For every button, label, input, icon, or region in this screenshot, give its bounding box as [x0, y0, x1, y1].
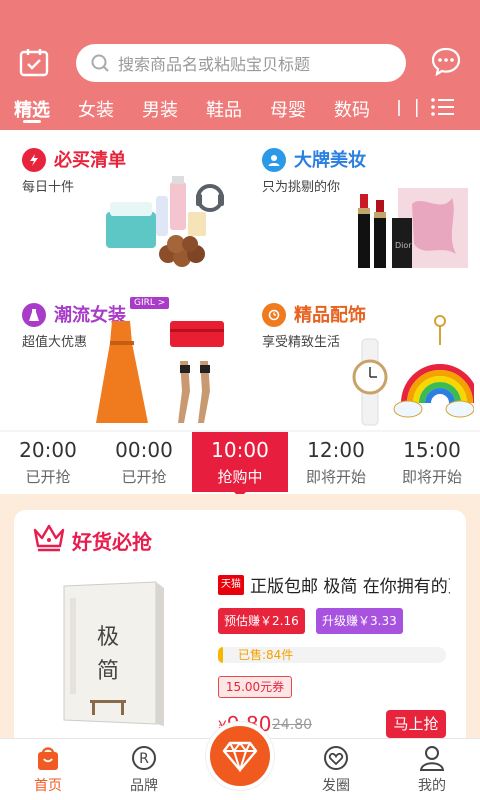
slot-time: 10:00 [211, 438, 269, 462]
estimate-earn-chip: 预估赚￥2.16 [218, 608, 305, 634]
menu-icon[interactable] [430, 96, 456, 118]
lipstick-image: Dior [358, 188, 468, 268]
user-icon [419, 746, 445, 771]
registered-icon: R [132, 746, 156, 770]
nav-label: 我的 [418, 778, 446, 794]
category-subtitle: 享受精致生活 [262, 335, 341, 350]
tab-nvzhuang[interactable]: 女装 [78, 96, 114, 122]
watch-icon [262, 303, 286, 327]
tab-overflow-icon [398, 99, 418, 117]
slot-status: 已开抢 [25, 468, 71, 486]
message-icon[interactable] [430, 45, 462, 77]
category-subtitle: 只为挑剔的你 [262, 180, 341, 195]
sold-count: 已售:84件 [238, 648, 294, 662]
slot-time: 12:00 [307, 438, 365, 462]
fashion-image [96, 321, 224, 423]
slot-time: 15:00 [403, 438, 461, 462]
svg-text:Dior: Dior [395, 241, 412, 250]
center-diamond-button[interactable] [206, 722, 274, 790]
time-slot[interactable]: 15:00 即将开始 [384, 432, 480, 492]
slot-status: 即将开始 [305, 468, 366, 486]
search-placeholder: 搜索商品名或粘贴宝贝标题 [118, 55, 311, 74]
slot-status: 已开抢 [121, 468, 167, 486]
slot-status: 即将开始 [401, 468, 462, 486]
user-circle-icon [262, 148, 286, 172]
coupon-badge[interactable]: 15.00元券 [218, 676, 292, 698]
crown-icon [33, 524, 65, 552]
tab-shuma[interactable]: 数码 [334, 96, 370, 122]
diamond-icon [222, 741, 258, 772]
book-title-1: 极 [97, 625, 119, 650]
slot-status: 抢购中 [217, 468, 263, 486]
category-accessories[interactable]: 精品配饰 享受精致生活 [240, 285, 480, 430]
category-brand-makeup[interactable]: 大牌美妆 只为挑剔的你 Dior [240, 130, 480, 275]
svg-text:R: R [139, 751, 149, 767]
time-slot[interactable]: 00:00 已开抢 [96, 432, 192, 492]
accessories-image [352, 315, 474, 426]
category-must-buy[interactable]: 必买清单 每日十件 [0, 130, 240, 275]
tab-xiepin[interactable]: 鞋品 [206, 96, 242, 122]
time-slot[interactable]: 12:00 即将开始 [288, 432, 384, 492]
tab-nanzhuang[interactable]: 男装 [142, 96, 178, 122]
category-title: 必买清单 [54, 150, 126, 171]
category-subtitle: 每日十件 [22, 180, 75, 195]
book-title-2: 简 [97, 659, 119, 684]
category-subtitle: 超值大优惠 [22, 335, 88, 350]
search-input[interactable]: 搜索商品名或粘贴宝贝标题 [76, 44, 406, 82]
time-slot[interactable]: 20:00 已开抢 [0, 432, 96, 492]
product-title[interactable]: 正版包邮 极简 在你拥有的更多... [250, 572, 450, 597]
home-bag-icon [38, 747, 58, 770]
category-grid: 必买清单 每日十件 大牌美妆 只为挑剔的你 Dior 潮流女装 GIRL > 超… [0, 130, 480, 430]
lightning-icon [22, 148, 46, 172]
tmall-badge: 天猫 [218, 575, 244, 595]
nav-label: 发圈 [322, 778, 350, 794]
tab-jingxuan[interactable]: 精选 [14, 96, 50, 122]
nav-mine[interactable]: 我的 [402, 744, 462, 795]
nav-label: 首页 [34, 778, 62, 794]
tab-muying[interactable]: 母婴 [270, 96, 306, 122]
dress-icon [22, 303, 46, 327]
slot-time: 00:00 [115, 438, 173, 462]
sold-progress-fill [218, 647, 223, 663]
product-image[interactable]: 极 简 [60, 578, 170, 728]
nav-brand[interactable]: R 品牌 [114, 744, 174, 795]
original-price: 24.80 [272, 717, 313, 733]
buy-now-button[interactable]: 马上抢 [386, 710, 446, 738]
nav-circle[interactable]: 发圈 [306, 744, 366, 795]
time-slot-active[interactable]: 10:00 抢购中 [192, 432, 288, 492]
nav-home[interactable]: 首页 [18, 744, 78, 795]
section-title: 好货必抢 [72, 530, 152, 554]
calendar-icon[interactable] [18, 46, 50, 78]
search-icon [91, 54, 109, 72]
category-badge: GIRL > [130, 297, 170, 309]
category-women-fashion[interactable]: 潮流女装 GIRL > 超值大优惠 [0, 285, 240, 430]
nav-label: 品牌 [130, 778, 158, 794]
daily-goods-image [106, 176, 224, 267]
flash-sale-timebar: 20:00 已开抢 00:00 已开抢 10:00 抢购中 12:00 即将开始… [0, 432, 480, 494]
upgrade-earn-chip[interactable]: 升级赚￥3.33 [316, 608, 403, 634]
slot-time: 20:00 [19, 438, 77, 462]
active-tab-indicator [23, 120, 41, 123]
category-title: 大牌美妆 [294, 150, 366, 171]
heart-circle-icon [324, 746, 348, 770]
